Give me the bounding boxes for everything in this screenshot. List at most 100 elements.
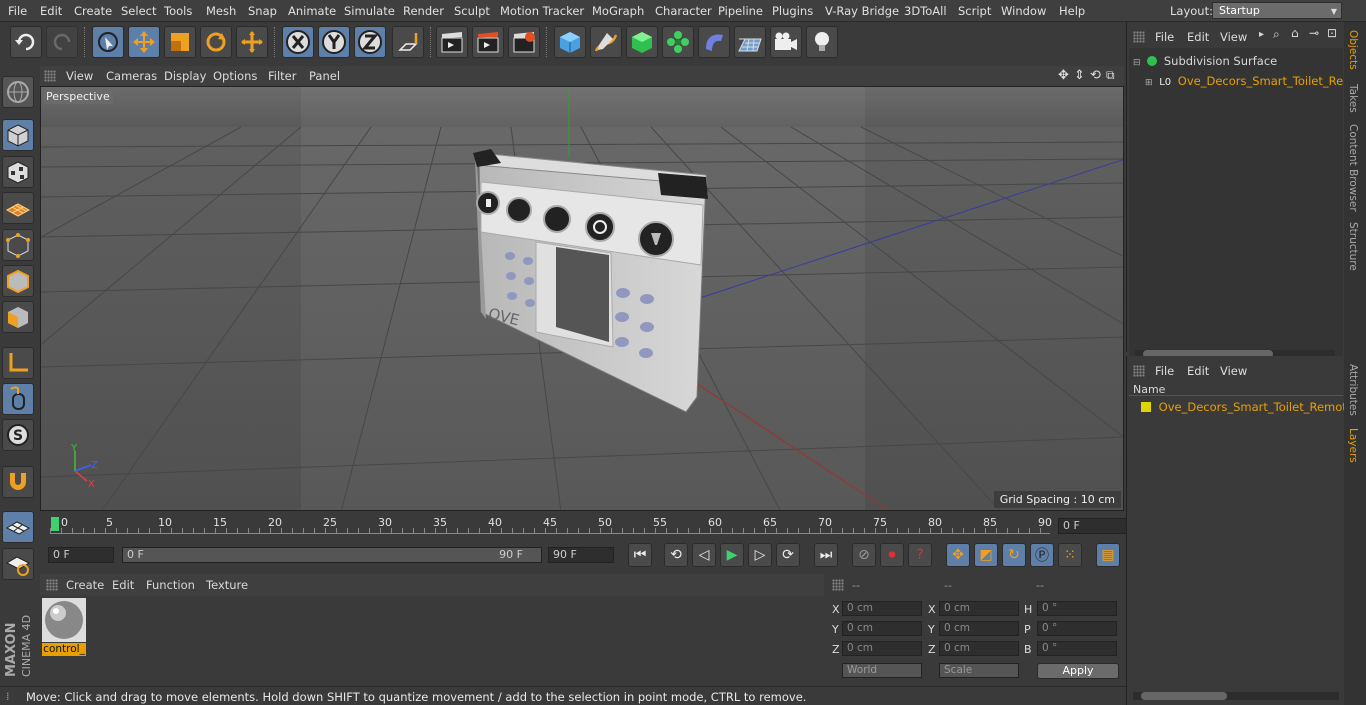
start-frame-field[interactable]: 0 F <box>48 547 114 563</box>
collapse-icon[interactable]: ⊟ <box>1133 58 1141 68</box>
tab-attributes[interactable]: Attributes <box>1347 364 1359 416</box>
next-key-button[interactable]: ⟳ <box>776 543 800 567</box>
tweak-mode-button[interactable] <box>2 383 34 415</box>
menu-edit[interactable]: Edit <box>40 4 62 18</box>
perspective-viewport[interactable]: OVE Y Z X Perspective Grid Spacing : 10 … <box>40 86 1124 511</box>
grip-handle[interactable] <box>832 579 844 591</box>
grip-handle[interactable] <box>1133 365 1145 377</box>
keyframe-selection-button[interactable]: ? <box>908 543 932 567</box>
viewport-nav-rotate-icon[interactable]: ⟲ <box>1090 68 1101 83</box>
subdivision-surface-button[interactable] <box>626 26 658 58</box>
expand-icon[interactable]: ⊞ <box>1145 78 1153 88</box>
previous-frame-button[interactable]: ◁ <box>692 543 716 567</box>
timeline-ruler[interactable]: 0 5 10 15 20 25 30 35 40 45 50 55 60 65 … <box>40 512 1162 536</box>
menu-create[interactable]: Create <box>74 4 112 18</box>
workplane-lock-button[interactable] <box>2 511 34 543</box>
record-parameter-button[interactable]: Ⓟ <box>1030 543 1054 567</box>
end-frame-field[interactable]: 90 F <box>548 547 614 563</box>
record-position-button[interactable]: ✥ <box>946 543 970 567</box>
menu-3dtoall[interactable]: 3DToAll <box>904 4 947 18</box>
camera-button[interactable] <box>770 26 802 58</box>
polygons-mode-button[interactable] <box>2 301 34 333</box>
objects-menu-view[interactable]: View <box>1220 30 1247 44</box>
cube-object-button[interactable] <box>554 26 586 58</box>
menu-vray-bridge[interactable]: V-Ray Bridge <box>825 4 899 18</box>
menu-file[interactable]: File <box>8 4 27 18</box>
locked-workplane-button[interactable] <box>2 548 34 580</box>
redo-button[interactable] <box>46 26 78 58</box>
new-window-icon[interactable]: ⊡ <box>1327 26 1337 40</box>
position-x-field[interactable]: 0 cm <box>842 601 922 616</box>
make-editable-button[interactable] <box>2 76 34 108</box>
viewport-menu-cameras[interactable]: Cameras <box>106 69 157 83</box>
viewport-menu-options[interactable]: Options <box>213 69 257 83</box>
viewport-menu-display[interactable]: Display <box>164 69 206 83</box>
layout-select[interactable]: Startup <box>1212 2 1342 19</box>
menu-tools[interactable]: Tools <box>164 4 192 18</box>
coordinate-system-button[interactable] <box>392 26 424 58</box>
viewport-nav-move-icon[interactable]: ✥ <box>1058 68 1069 83</box>
menu-animate[interactable]: Animate <box>288 4 336 18</box>
previous-key-button[interactable]: ⟲ <box>664 543 688 567</box>
move-tool-button[interactable] <box>128 26 160 58</box>
tab-structure[interactable]: Structure <box>1347 222 1359 271</box>
viewport-nav-zoom-icon[interactable]: ⇕ <box>1074 68 1085 83</box>
live-selection-button[interactable] <box>92 26 124 58</box>
apply-button[interactable]: Apply <box>1037 663 1119 679</box>
material-menu-create[interactable]: Create <box>66 578 104 592</box>
grip-handle[interactable] <box>46 579 58 591</box>
deformer-button[interactable] <box>698 26 730 58</box>
timeline-scheme-button[interactable]: ▤ <box>1096 543 1120 567</box>
layer-row[interactable]: Ove_Decors_Smart_Toilet_Remote <box>1141 400 1354 414</box>
go-to-start-button[interactable]: ⏮ <box>628 543 652 567</box>
size-y-field[interactable]: 0 cm <box>939 621 1019 636</box>
home-icon[interactable]: ⌂ <box>1291 26 1299 40</box>
menu-pipeline[interactable]: Pipeline <box>718 4 763 18</box>
undo-button[interactable] <box>10 26 42 58</box>
coordinate-space-select[interactable]: World <box>842 663 922 678</box>
scrollbar-thumb[interactable] <box>1141 692 1227 700</box>
name-column-header[interactable]: Name <box>1133 383 1165 396</box>
size-z-field[interactable]: 0 cm <box>939 641 1019 656</box>
position-y-field[interactable]: 0 cm <box>842 621 922 636</box>
menu-snap[interactable]: Snap <box>248 4 277 18</box>
texture-mode-button[interactable] <box>2 156 34 188</box>
viewport-menu-panel[interactable]: Panel <box>309 69 340 83</box>
y-axis-button[interactable] <box>318 26 350 58</box>
material-item[interactable]: control_ <box>42 598 86 656</box>
objects-menu-file[interactable]: File <box>1155 30 1174 44</box>
tab-objects[interactable]: Objects <box>1347 30 1359 70</box>
menu-help[interactable]: Help <box>1059 4 1085 18</box>
menu-motion-tracker[interactable]: Motion Tracker <box>500 4 584 18</box>
z-axis-button[interactable] <box>354 26 386 58</box>
rotation-p-field[interactable]: 0 ° <box>1037 621 1117 636</box>
menu-window[interactable]: Window <box>1001 4 1046 18</box>
tab-layers[interactable]: Layers <box>1347 428 1359 463</box>
axis-mode-button[interactable] <box>2 347 34 379</box>
menu-sculpt[interactable]: Sculpt <box>454 4 490 18</box>
menu-mesh[interactable]: Mesh <box>206 4 236 18</box>
scale-tool-button[interactable] <box>164 26 196 58</box>
size-x-field[interactable]: 0 cm <box>939 601 1019 616</box>
points-mode-button[interactable] <box>2 229 34 261</box>
play-button[interactable]: ▶ <box>720 543 744 567</box>
next-frame-button[interactable]: ▷ <box>748 543 772 567</box>
layer-color-swatch[interactable] <box>1141 402 1151 412</box>
rotation-b-field[interactable]: 0 ° <box>1037 641 1117 656</box>
render-settings-button[interactable] <box>508 26 540 58</box>
object-tree[interactable]: ⊟ Subdivision Surface ⊞ L0 Ove_Decors_Sm… <box>1129 48 1366 360</box>
rotate-tool-button[interactable] <box>200 26 232 58</box>
layers-menu-view[interactable]: View <box>1220 364 1247 378</box>
link-icon[interactable]: ⊸ <box>1309 26 1319 40</box>
record-keys-button[interactable]: ⊘ <box>852 543 876 567</box>
material-menu-function[interactable]: Function <box>146 578 195 592</box>
magnet-button[interactable] <box>2 466 34 498</box>
menu-select[interactable]: Select <box>121 4 156 18</box>
render-to-picture-viewer-button[interactable] <box>472 26 504 58</box>
viewport-menu-view[interactable]: View <box>66 69 93 83</box>
menu-arrow-icon[interactable]: ▸ <box>1259 29 1264 40</box>
menu-simulate[interactable]: Simulate <box>344 4 395 18</box>
material-menu-texture[interactable]: Texture <box>206 578 248 592</box>
menu-render[interactable]: Render <box>403 4 444 18</box>
frame-range-slider[interactable]: 0 F 90 F <box>122 547 542 563</box>
